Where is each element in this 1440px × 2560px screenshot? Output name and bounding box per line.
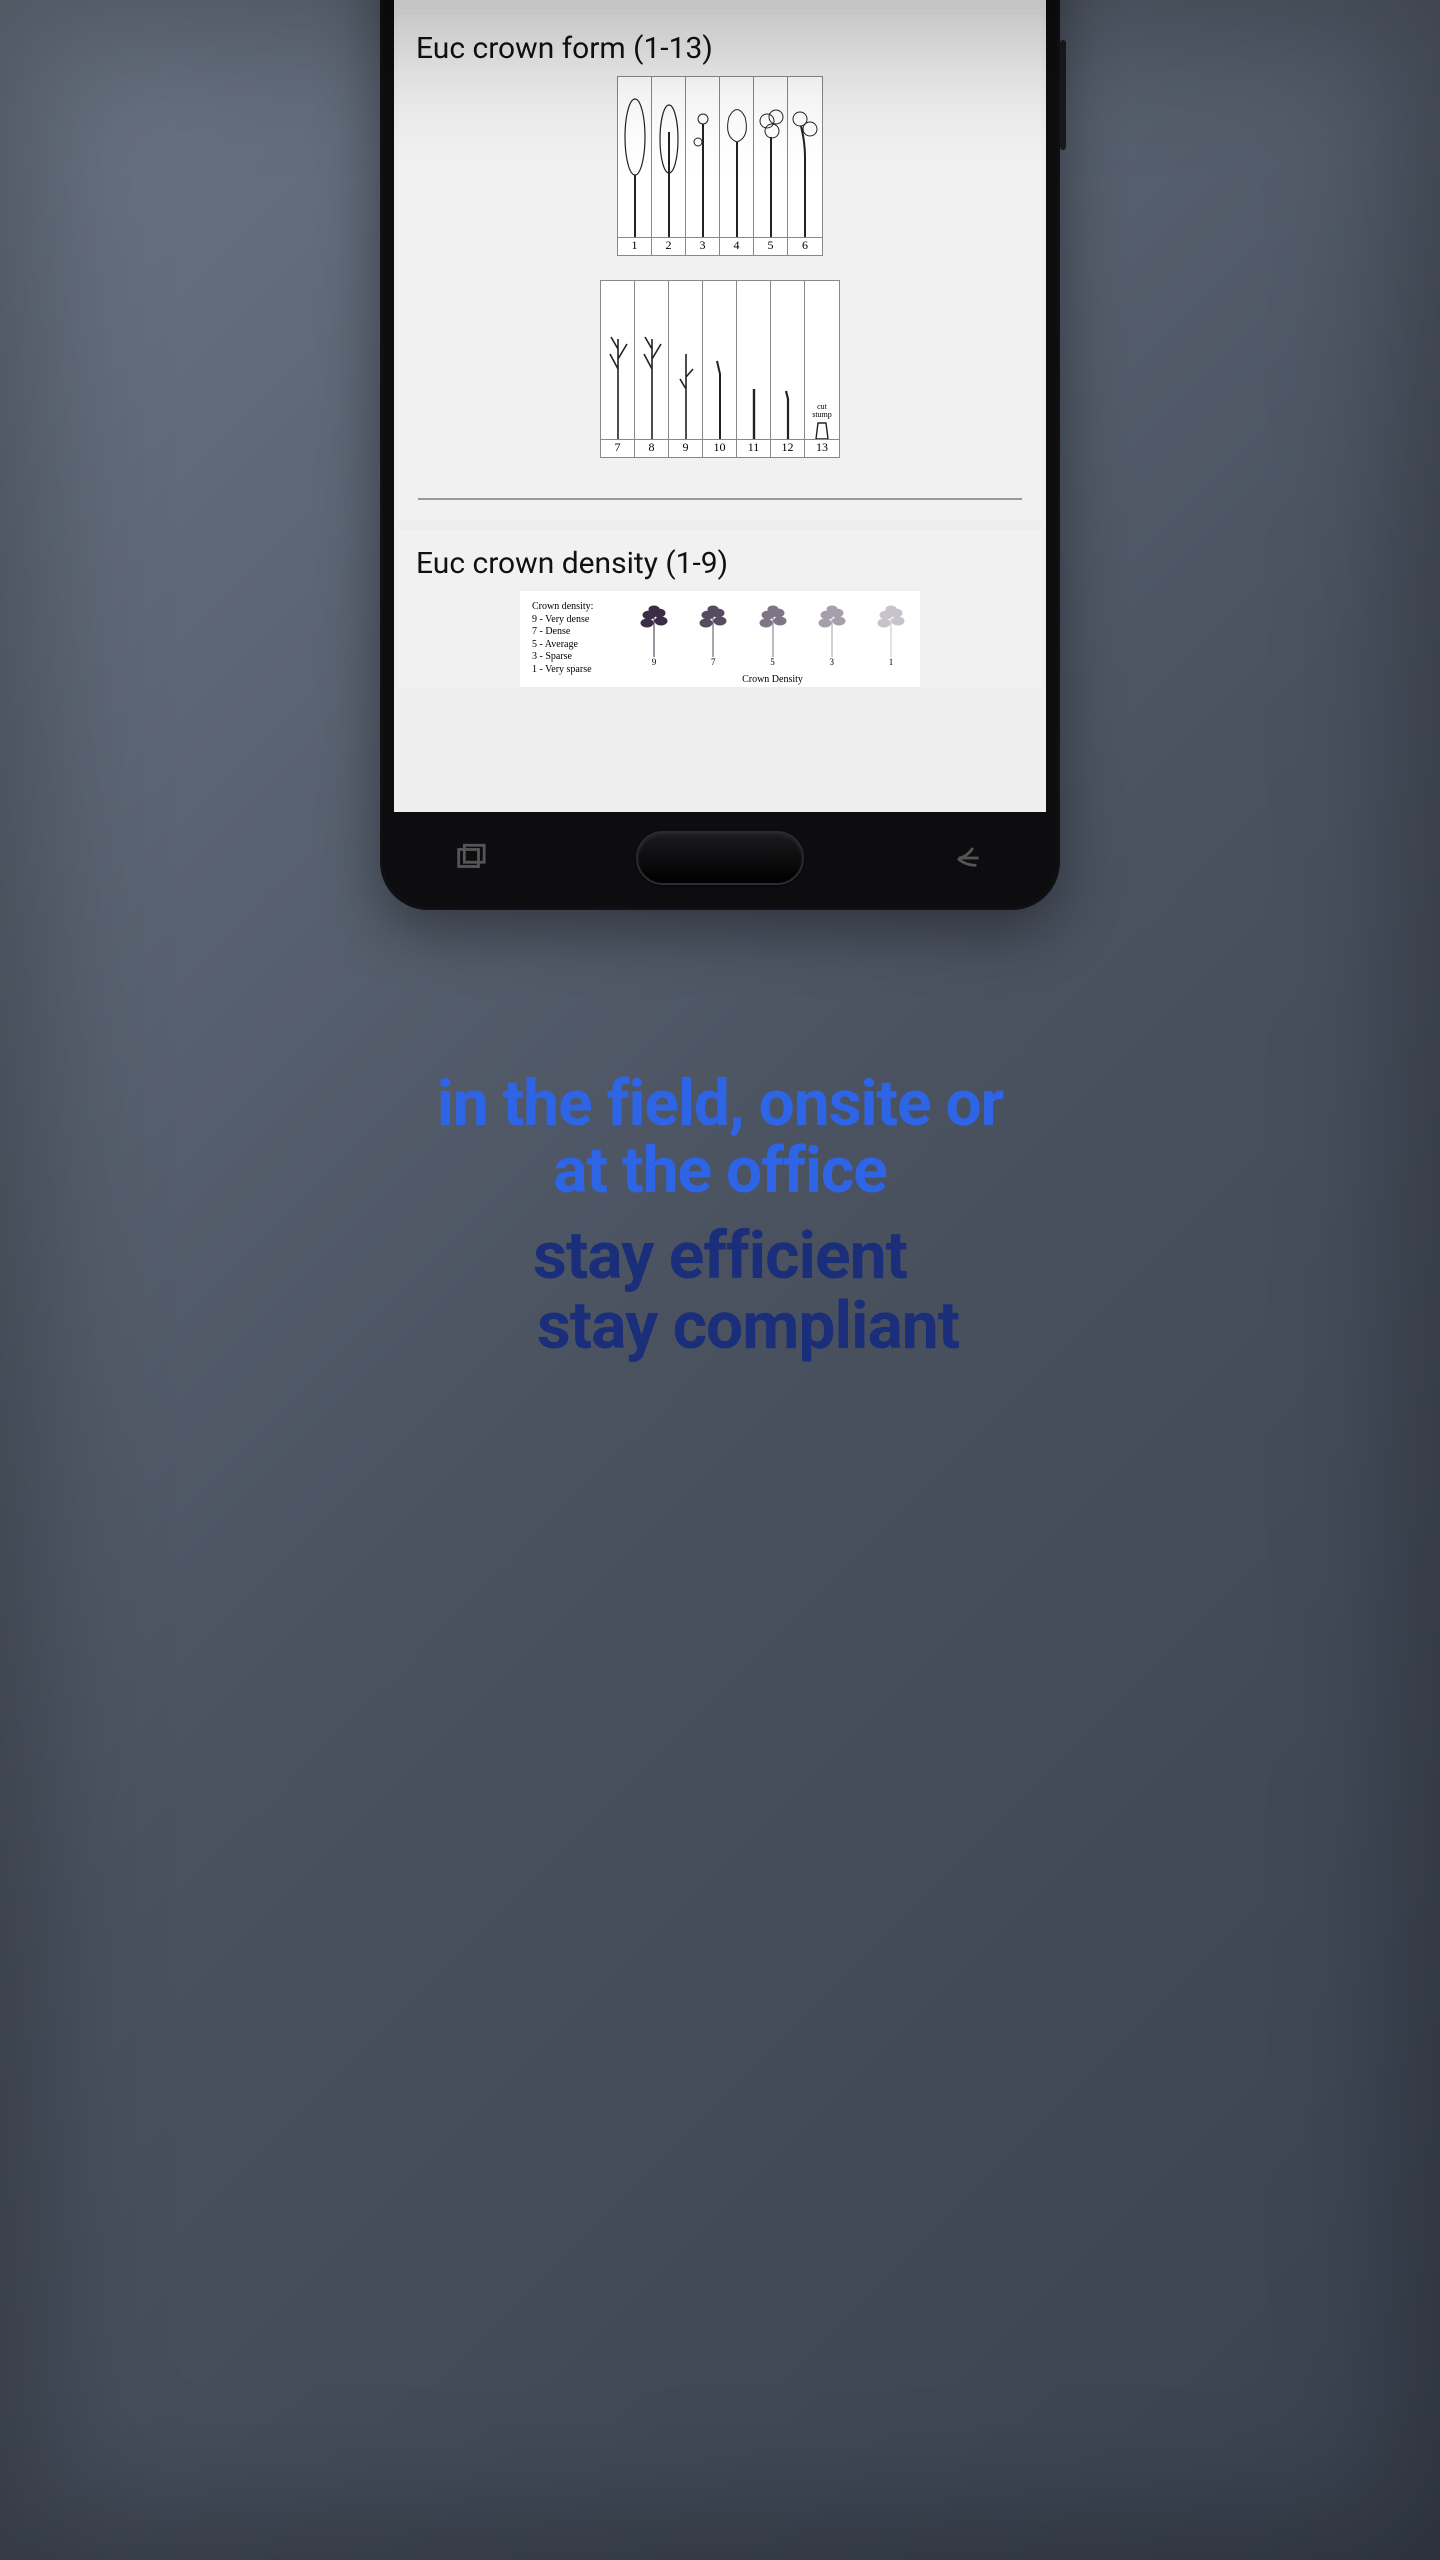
- phone-frame: Snag height (M) Euc crown form (1-13): [380, 0, 1060, 910]
- phone-mockup: Snag height (M) Euc crown form (1-13): [380, 0, 1060, 910]
- marketing-text: in the field, onsite or at the office st…: [437, 1070, 1003, 1361]
- back-icon[interactable]: [946, 834, 994, 882]
- chart-caption: Crown Density: [637, 674, 908, 685]
- form-card-crown-form: Euc crown form (1-13) 123456 789101112cu…: [398, 15, 1042, 520]
- home-button[interactable]: [636, 831, 804, 885]
- marketing-line: in the field, onsite or: [437, 1066, 1003, 1141]
- form-card-snag-height: Snag height (M): [398, 0, 1042, 5]
- phone-nav-bar: [386, 812, 1054, 904]
- reference-image-crown-density: Crown density: 9 - Very dense7 - Dense5 …: [520, 591, 920, 687]
- field-label: Euc crown form (1-13): [416, 31, 1024, 66]
- marketing-line: at the office: [553, 1133, 887, 1208]
- field-label: Euc crown density (1-9): [416, 546, 1024, 581]
- form-card-crown-density: Euc crown density (1-9) Crown density: 9…: [398, 530, 1042, 687]
- phone-screen: Snag height (M) Euc crown form (1-13): [394, 0, 1046, 812]
- text-input-underline[interactable]: [418, 498, 1022, 500]
- legend-heading: Crown density:: [532, 601, 627, 614]
- recent-apps-icon[interactable]: [446, 834, 494, 882]
- marketing-line: stay efficient: [437, 1222, 1003, 1291]
- reference-image-crown-form: 123456 789101112cut stump13: [416, 76, 1024, 458]
- marketing-line: stay compliant: [437, 1292, 1003, 1361]
